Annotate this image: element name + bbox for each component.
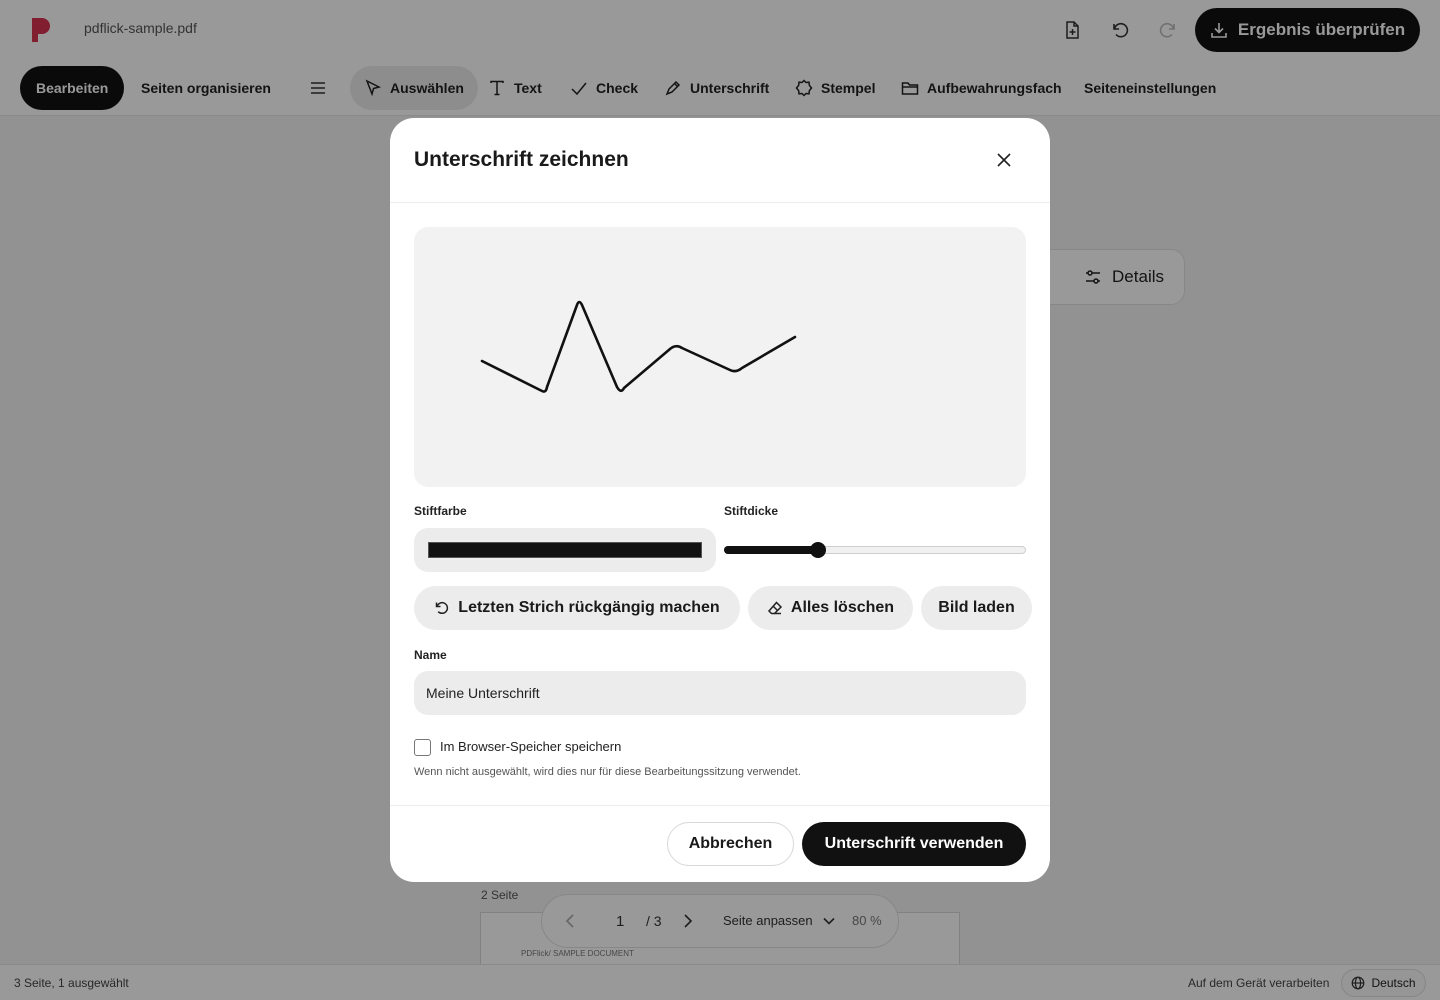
- slider-thumb[interactable]: [809, 542, 826, 558]
- dialog-title: Unterschrift zeichnen: [414, 148, 629, 171]
- name-label: Name: [414, 648, 447, 662]
- dialog-divider: [390, 202, 1050, 203]
- undo-stroke-label: Letzten Strich rückgängig machen: [458, 599, 720, 616]
- signature-stroke: [480, 300, 797, 393]
- eraser-icon: [767, 601, 782, 615]
- dialog-footer-divider: [390, 805, 1050, 806]
- save-hint-text: Wenn nicht ausgewählt, wird dies nur für…: [414, 766, 801, 778]
- load-image-label: Bild laden: [938, 599, 1015, 616]
- load-image-button[interactable]: Bild laden: [921, 586, 1032, 630]
- close-icon[interactable]: [992, 148, 1016, 172]
- pen-color-picker[interactable]: [414, 528, 716, 572]
- pen-color-label: Stiftfarbe: [414, 504, 467, 518]
- clear-all-button[interactable]: Alles löschen: [748, 586, 913, 630]
- undo-icon: [436, 601, 449, 615]
- pen-thickness-label: Stiftdicke: [724, 504, 779, 518]
- use-signature-button[interactable]: Unterschrift verwenden: [802, 822, 1026, 866]
- save-in-browser-checkbox[interactable]: [414, 739, 431, 756]
- pen-thickness-slider[interactable]: [724, 542, 1026, 558]
- clear-all-label: Alles löschen: [790, 599, 895, 616]
- cancel-button[interactable]: Abbrechen: [667, 822, 794, 866]
- undo-stroke-button[interactable]: Letzten Strich rückgängig machen: [414, 586, 740, 630]
- slider-fill: [724, 546, 818, 554]
- signature-canvas[interactable]: [414, 227, 1026, 487]
- signature-name-input[interactable]: [414, 671, 1026, 715]
- pen-color-swatch: [428, 542, 702, 558]
- draw-signature-dialog: Unterschrift zeichnen Stiftfarbe Stiftdi…: [390, 118, 1050, 882]
- save-in-browser-label[interactable]: Im Browser-Speicher speichern: [440, 739, 621, 754]
